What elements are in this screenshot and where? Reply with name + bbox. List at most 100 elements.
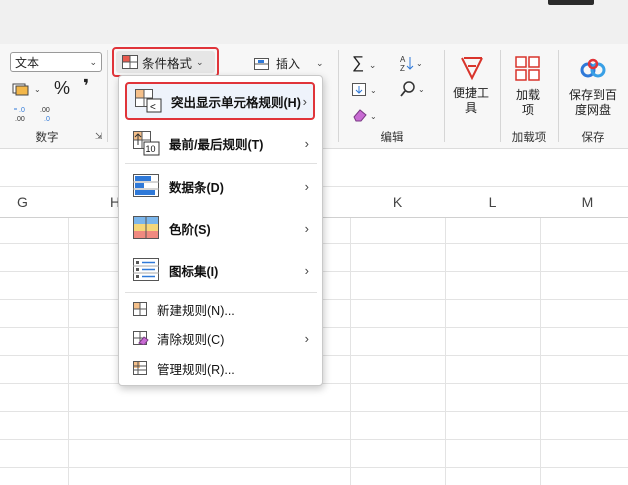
svg-text:.0: .0	[44, 116, 50, 123]
menu-separator	[125, 292, 317, 293]
menu-item-top-bottom-rules[interactable]: 10 最前/最后规则(T) ›	[125, 123, 315, 163]
svg-text:.00: .00	[15, 116, 25, 123]
comma-style-button[interactable]: ❜	[83, 76, 89, 97]
convenience-tools-button[interactable]: 便捷工具	[451, 86, 491, 116]
increase-decimal-icon: .0 .00	[14, 107, 25, 123]
currency-format-button[interactable]: ⌄	[12, 80, 44, 98]
data-bars-icon	[133, 174, 161, 198]
addins-button[interactable]: 加载项	[513, 88, 543, 118]
find-select-button[interactable]: ⌄	[400, 80, 426, 101]
sort-filter-button[interactable]: A Z ⌄	[398, 54, 424, 75]
top10-icon-text: 10	[146, 144, 156, 154]
group-separator	[107, 50, 108, 142]
search-icon: ⌄	[400, 81, 425, 97]
conditional-format-icon	[122, 55, 138, 69]
grid-line	[350, 218, 351, 485]
group-separator	[558, 50, 559, 142]
group-separator	[444, 50, 445, 142]
increase-decimal-button[interactable]: .0 .00	[13, 104, 33, 127]
grid-line	[0, 467, 628, 468]
menu-item-data-bars[interactable]: 数据条(D) ›	[125, 166, 315, 206]
chevron-right-icon: ›	[302, 93, 307, 109]
menu-item-color-scales[interactable]: 色阶(S) ›	[125, 208, 315, 248]
addins-icon	[515, 56, 541, 85]
insert-label: 插入	[276, 57, 301, 71]
grid-line	[540, 218, 541, 485]
title-bar	[0, 0, 628, 44]
group-separator	[338, 50, 339, 142]
comma-icon: ❜	[83, 76, 90, 96]
chevron-down-icon: ⌄	[316, 58, 324, 68]
chevron-right-icon: ›	[304, 330, 309, 346]
edit-group-label: 编辑	[380, 132, 404, 144]
save-to-baidu-button[interactable]: 保存到百度网盘	[566, 88, 620, 118]
column-header-l[interactable]: L	[445, 186, 540, 218]
baidu-netdisk-icon	[579, 58, 607, 83]
autosum-button[interactable]: ∑ ⌄	[352, 53, 376, 73]
chevron-right-icon: ›	[304, 262, 309, 278]
group-separator	[500, 50, 501, 142]
svg-text:⌄: ⌄	[418, 85, 425, 94]
fill-down-icon: ⌄	[352, 83, 377, 96]
sigma-icon: ∑	[352, 53, 365, 72]
addins-button-label: 加载项	[515, 88, 540, 117]
insert-icon	[254, 57, 269, 70]
column-header-m[interactable]: M	[540, 186, 628, 218]
number-format-value: 文本	[15, 55, 40, 70]
number-format-select[interactable]: 文本 ⌄	[10, 52, 102, 72]
conditional-format-label: 条件格式	[142, 56, 193, 71]
menu-item-label: 清除规则(C)	[157, 332, 225, 347]
insert-button[interactable]: 插入 ⌄	[254, 55, 324, 72]
column-header-g[interactable]: G	[0, 186, 45, 218]
grid-line	[0, 439, 628, 440]
chevron-down-icon: ⌄	[196, 56, 204, 67]
eraser-icon: ⌄	[353, 109, 377, 122]
percent-button[interactable]: %	[54, 78, 70, 99]
color-scales-icon	[133, 216, 161, 240]
menu-item-clear-rules[interactable]: 清除规则(C) ›	[125, 324, 315, 352]
svg-text:.0: .0	[19, 107, 25, 114]
menu-item-label: 新建规则(N)...	[157, 303, 235, 318]
menu-item-highlight-cells-rules[interactable]: < 突出显示单元格规则(H) ›	[125, 82, 315, 120]
column-header-k[interactable]: K	[350, 186, 445, 218]
menu-item-label: 最前/最后规则(T)	[169, 137, 264, 152]
save-to-baidu-label: 保存到百度网盘	[568, 88, 617, 117]
top-bottom-icon: 10	[133, 131, 161, 156]
menu-item-manage-rules[interactable]: 管理规则(R)...	[125, 354, 315, 382]
manage-rules-icon	[133, 361, 147, 375]
chevron-down-icon: ⌄	[368, 60, 377, 70]
svg-text:⌄: ⌄	[416, 59, 423, 68]
dialog-launcher-icon[interactable]: ⇲	[95, 131, 103, 142]
menu-separator	[125, 163, 317, 164]
menu-item-label: 管理规则(R)...	[157, 362, 235, 377]
highlight-cells-icon: <	[135, 89, 163, 113]
menu-item-label: 突出显示单元格规则(H)	[171, 95, 301, 110]
svg-text:⌄: ⌄	[370, 112, 377, 121]
chevron-down-icon: ⌄	[89, 56, 97, 67]
currency-icon: ⌄	[12, 83, 41, 96]
svg-text:A: A	[400, 55, 406, 64]
number-group-label: 数字	[35, 132, 59, 144]
grid-line	[0, 411, 628, 412]
menu-item-new-rule[interactable]: 新建规则(N)...	[125, 295, 315, 323]
percent-icon: %	[54, 78, 71, 98]
convenience-tools-label: 便捷工具	[452, 86, 489, 115]
svg-text:<: <	[150, 102, 156, 113]
conditional-format-menu: < 突出显示单元格规则(H) › 10 最前/最后规则(T) › 数据条(D) …	[118, 75, 323, 386]
conditional-format-button[interactable]: 条件格式 ⌄	[116, 51, 215, 73]
window-control-tab[interactable]	[548, 0, 594, 5]
convenience-tools-icon	[458, 54, 486, 85]
chevron-right-icon: ›	[304, 220, 309, 236]
fill-button[interactable]: ⌄	[352, 82, 380, 101]
chevron-right-icon: ›	[304, 178, 309, 194]
menu-item-icon-sets[interactable]: 图标集(I) ›	[125, 250, 315, 290]
decrease-decimal-button[interactable]: .00 .0	[38, 104, 58, 127]
save-group-label: 保存	[581, 132, 605, 144]
decrease-decimal-icon: .00 .0	[40, 107, 50, 123]
menu-item-label: 图标集(I)	[169, 264, 219, 279]
clear-button[interactable]: ⌄	[352, 107, 380, 126]
menu-item-label: 色阶(S)	[169, 222, 211, 237]
svg-text:⌄: ⌄	[34, 85, 41, 94]
grid-line	[68, 218, 69, 485]
addins-group-label: 加载项	[511, 132, 547, 144]
